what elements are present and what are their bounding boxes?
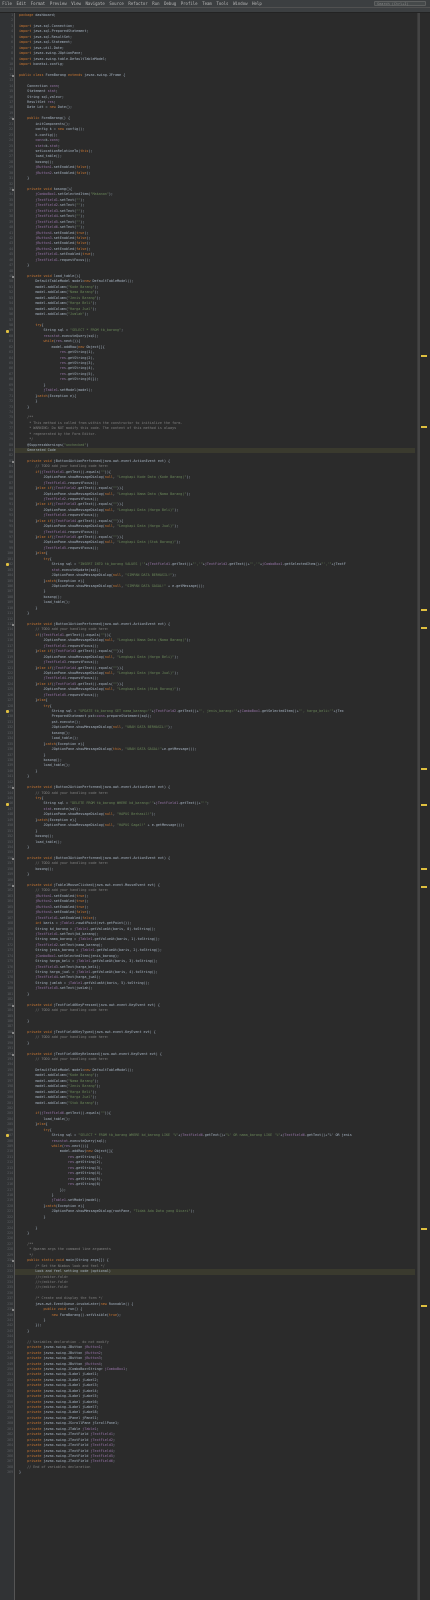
menu-preview[interactable]: Preview: [48, 0, 69, 7]
menu-window[interactable]: Window: [231, 0, 250, 7]
menu-navigate[interactable]: Navigate: [83, 0, 107, 7]
fold-icon[interactable]: [12, 624, 14, 626]
fold-icon[interactable]: [12, 1031, 14, 1034]
menu-file[interactable]: File: [0, 0, 14, 7]
search-input[interactable]: Search (Ctrl+I): [374, 1, 426, 6]
warning-icon[interactable]: [6, 329, 9, 333]
warning-stripe-mark[interactable]: [421, 608, 427, 611]
fold-icon[interactable]: [12, 1053, 14, 1056]
menu-tools[interactable]: Tools: [214, 0, 231, 7]
fold-icon[interactable]: [12, 1309, 14, 1312]
code-editor[interactable]: 1 package dashboard; 2 3 import java.sql.Con…: [0, 13, 430, 1600]
menu-format[interactable]: Format: [28, 0, 47, 7]
fold-icon[interactable]: [12, 1004, 14, 1007]
menu-bar: File Edit Format Preview View Navigate Source R…: [0, 0, 430, 8]
fold-icon[interactable]: [12, 74, 14, 77]
menu-help[interactable]: Help: [250, 0, 264, 7]
warning-stripe-mark[interactable]: [421, 886, 427, 889]
fold-icon[interactable]: [12, 118, 14, 121]
warning-stripe-mark[interactable]: [421, 626, 427, 629]
menu-edit[interactable]: Edit: [14, 0, 28, 7]
fold-icon[interactable]: [12, 857, 14, 860]
warning-stripe-mark[interactable]: [421, 355, 427, 358]
menu-run[interactable]: Run: [150, 0, 162, 7]
warning-icon[interactable]: [6, 710, 9, 714]
fold-icon[interactable]: [12, 276, 14, 278]
menu-debug[interactable]: Debug: [162, 0, 179, 7]
menu-refactor[interactable]: Refactor: [126, 0, 150, 7]
code-text: }: [19, 1470, 22, 1475]
code-line[interactable]: 269}: [7, 1470, 415, 1475]
warning-stripe-mark[interactable]: [421, 1228, 427, 1231]
menu-team[interactable]: Team: [200, 0, 214, 7]
warning-icon[interactable]: [6, 802, 9, 806]
line-number: 269: [7, 1470, 13, 1475]
warning-stripe-mark[interactable]: [421, 1305, 427, 1308]
scrollbar[interactable]: [418, 13, 420, 1600]
menu-view[interactable]: View: [69, 0, 83, 7]
search-placeholder: Search (Ctrl+I): [377, 2, 409, 6]
error-stripe[interactable]: [417, 13, 430, 1600]
warning-stripe-mark[interactable]: [421, 768, 427, 771]
fold-icon[interactable]: [12, 885, 14, 887]
fold-icon[interactable]: [12, 1260, 14, 1263]
fold-icon[interactable]: [12, 787, 14, 790]
menu-profile[interactable]: Profile: [178, 0, 199, 7]
warning-stripe-mark[interactable]: [421, 425, 427, 428]
warning-stripe-mark[interactable]: [421, 868, 427, 871]
warning-stripe-mark[interactable]: [421, 803, 427, 806]
fold-icon[interactable]: [12, 189, 14, 191]
menu-source[interactable]: Source: [107, 0, 126, 7]
code-area[interactable]: 1 package dashboard; 2 3 import java.sql.Con…: [6, 13, 415, 1600]
fold-icon[interactable]: [12, 460, 14, 463]
